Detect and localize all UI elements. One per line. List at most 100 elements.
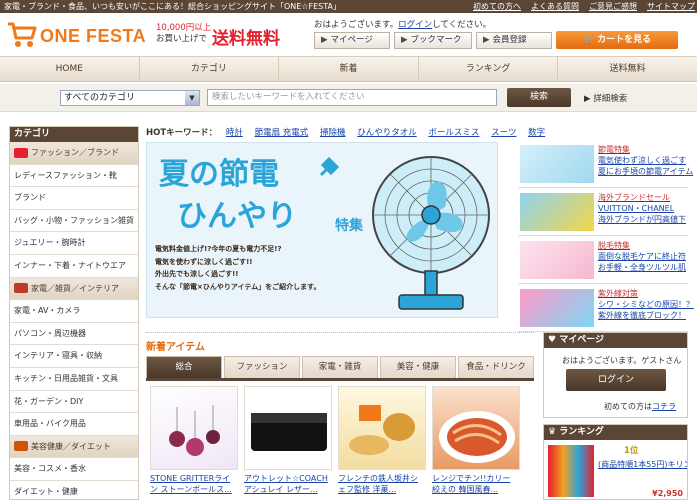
tab-appliances[interactable]: 家電・雑貨: [302, 356, 378, 378]
nav-ranking[interactable]: ランキング: [419, 57, 559, 81]
nav-category[interactable]: カテゴリ: [140, 57, 280, 81]
electric-fan-image: [372, 156, 490, 310]
promo-text: 脱毛特集 面倒な脱毛ケアに終止符 お手軽・全身ツルツル肌: [598, 240, 686, 273]
sidebar-item[interactable]: インナー・下着・ナイトウエア: [10, 255, 138, 278]
promo-energy-saving[interactable]: 節電特集 電気使わず涼しく過ごす 夏にお手頃の節電アイテム: [518, 142, 693, 188]
header-greeting: おはようございます。ログインしてください。: [314, 18, 491, 30]
sidebar-item[interactable]: レディースファッション・靴: [10, 165, 138, 188]
tab-beauty[interactable]: 美容・健康: [380, 356, 456, 378]
summer-banner[interactable]: 夏の節電 ひんやり 特集 電気料金値上げ!?今年の夏も電力不足!? 電気を使わず…: [146, 142, 498, 318]
product-card[interactable]: フレンチの鉄人坂井シ ェフ監修 洋菓...: [338, 386, 426, 495]
sidebar-item[interactable]: 花・ガーデン・DIY: [10, 391, 138, 414]
greeting-login-link[interactable]: ログイン: [398, 20, 432, 30]
first-time-here-link[interactable]: コチラ: [652, 402, 676, 411]
first-time-prefix: 初めての方は: [604, 402, 652, 411]
tab-all[interactable]: 総合: [146, 356, 222, 378]
promo-text: 海外ブランドセール VUITTON・CHANEL 海外ブランドが円高値下: [598, 192, 686, 225]
promo-line: 紫外線を徹底ブロック！: [598, 311, 686, 320]
sidebar-list: ファッション／ブランドレディースファッション・靴ブランド バッグ・小物・ファッショ…: [10, 142, 138, 499]
main-nav: HOME カテゴリ 新着 ランキング 送料無料: [0, 56, 697, 82]
promo-title: 紫外線対策: [598, 289, 638, 298]
sidebar-item-label: 美容・コスメ・香水: [14, 464, 86, 474]
sidebar-item[interactable]: 車用品・バイク用品: [10, 413, 138, 436]
promo-condition: 10,000円以上 お買い上げで: [156, 23, 211, 45]
nav-free-shipping[interactable]: 送料無料: [558, 57, 697, 81]
category-icon: [14, 441, 28, 452]
sidebar-item[interactable]: ジュエリー・腕時計: [10, 232, 138, 255]
nav-new[interactable]: 新着: [279, 57, 419, 81]
ranking-product-image[interactable]: [548, 445, 594, 497]
hot-keywords: HOTキーワード： 時計 節電扇 充電式 掃除機 ひんやりタオル ボールスミス …: [146, 126, 554, 138]
promo-line: VUITTON・CHANEL: [598, 204, 675, 213]
nav-home[interactable]: HOME: [0, 57, 140, 81]
sidebar-item[interactable]: ブランド: [10, 187, 138, 210]
promo-thumbnail: [520, 289, 594, 327]
hot-keyword[interactable]: 時計: [226, 128, 243, 138]
promo-thumbnail: [520, 193, 594, 231]
site-tagline: 家電・ブランド・食品、いつも安いがここにある！総合ショッピングサイト「ONE☆F…: [4, 2, 341, 11]
hot-keywords-label: HOTキーワード：: [146, 128, 218, 138]
sidebar-item[interactable]: 家電・AV・カメラ: [10, 300, 138, 323]
banner-copy: 電気料金値上げ!?今年の夏も電力不足!? 電気を使わずに涼しく過ごす!! 外出先…: [155, 243, 320, 293]
product-image: [338, 386, 426, 470]
sidebar-item[interactable]: ダイエット・健康: [10, 481, 138, 499]
promo-line1: 10,000円以上: [156, 23, 212, 33]
view-cart-label: カートを見る: [597, 35, 652, 45]
top-link-sitemap[interactable]: サイトマップ: [647, 0, 695, 13]
mypage-button[interactable]: ▶ マイページ: [314, 32, 390, 49]
sidebar-item-label: キッチン・日用品雑貨・文具: [14, 373, 118, 383]
hot-keyword[interactable]: ひんやりタオル: [357, 128, 417, 138]
product-card[interactable]: STONE GRITTERライン ストーンボールス...: [150, 386, 238, 495]
search-button[interactable]: 検索: [507, 88, 571, 107]
new-items-tabs: 総合 ファッション 家電・雑貨 美容・健康 食品・ドリンク: [146, 356, 534, 378]
top-link-beginner[interactable]: 初めての方へ: [473, 0, 521, 13]
register-button[interactable]: ▶ 会員登録: [476, 32, 552, 49]
login-button[interactable]: ログイン: [566, 369, 666, 391]
product-card[interactable]: アウトレット☆COACH アシュレイ レザー...: [244, 386, 332, 495]
sidebar-category-header[interactable]: 家電／雑貨／インテリア: [10, 277, 138, 301]
tab-fashion[interactable]: ファッション: [224, 356, 300, 378]
hot-keyword[interactable]: スーツ: [491, 128, 516, 138]
noodle-dish-image: [439, 411, 515, 463]
ranking-item-link[interactable]: (商品特順1本55円)キリン人気...: [598, 459, 687, 470]
promo-title: 海外ブランドセール: [598, 193, 670, 202]
top-link-feedback[interactable]: ご意見ご感想: [589, 0, 637, 13]
category-icon: [14, 147, 28, 158]
bookmark-button[interactable]: ▶ ブックマーク: [394, 32, 472, 49]
tab-food[interactable]: 食品・ドリンク: [458, 356, 534, 378]
promo-title: 脱毛特集: [598, 241, 630, 250]
hot-keyword[interactable]: 数字: [528, 128, 545, 138]
promo-overseas-brand[interactable]: 海外ブランドセール VUITTON・CHANEL 海外ブランドが円高値下: [518, 190, 688, 236]
promo-free-shipping: 送料無料: [212, 29, 280, 49]
sidebar-title: カテゴリ: [10, 127, 138, 142]
sidebar-item[interactable]: バッグ・小物・ファッション雑貨: [10, 210, 138, 233]
chevron-down-icon: ▼: [185, 91, 199, 105]
sidebar-item-label: レディースファッション・靴: [14, 170, 118, 180]
mypage-title-text: マイページ: [559, 335, 605, 345]
bookmark-button-label: ブックマーク: [410, 35, 462, 45]
sidebar-item[interactable]: キッチン・日用品雑貨・文具: [10, 368, 138, 391]
sweets-image: [349, 405, 415, 455]
first-time-link: 初めての方はコチラ: [604, 401, 676, 412]
view-cart-button[interactable]: 🛒 カートを見る: [556, 31, 678, 49]
sidebar-category-header[interactable]: ファッション／ブランド: [10, 142, 138, 165]
sidebar-item-label: 美容健康／ダイエット: [31, 441, 111, 451]
sidebar-category-header[interactable]: 美容健康／ダイエット: [10, 435, 138, 459]
free-shipping-promo: 10,000円以上 お買い上げで 送料無料: [156, 22, 296, 49]
advanced-search-link[interactable]: ▶ 詳細検索: [584, 92, 627, 104]
product-card[interactable]: レンジでチン!!カリー 絞えの 韓国風春...: [432, 386, 520, 495]
promo-hair-removal[interactable]: 脱毛特集 面倒な脱毛ケアに終止符 お手軽・全身ツルツル肌: [518, 238, 688, 284]
hot-keyword[interactable]: ボールスミス: [428, 128, 479, 138]
promo-uv-care[interactable]: 紫外線対策 シワ・シミなどの原因！？ 紫外線を徹底ブロック！: [518, 286, 694, 332]
search-input[interactable]: 検索したいキーワードを入れてください: [207, 89, 497, 106]
sidebar-item[interactable]: インテリア・寝具・収納: [10, 345, 138, 368]
hot-keyword[interactable]: 掃除機: [320, 128, 346, 138]
top-link-faq[interactable]: よくある質問: [531, 0, 579, 13]
product-image: [150, 386, 238, 470]
sidebar-item[interactable]: パソコン・周辺機器: [10, 323, 138, 346]
hot-keyword[interactable]: 節電扇 充電式: [255, 128, 309, 138]
category-select[interactable]: すべてのカテゴリ ▼: [60, 90, 200, 106]
site-logo[interactable]: ONE FESTA: [6, 18, 146, 52]
cart-icon: 🛒: [582, 35, 598, 45]
sidebar-item[interactable]: 美容・コスメ・香水: [10, 458, 138, 481]
